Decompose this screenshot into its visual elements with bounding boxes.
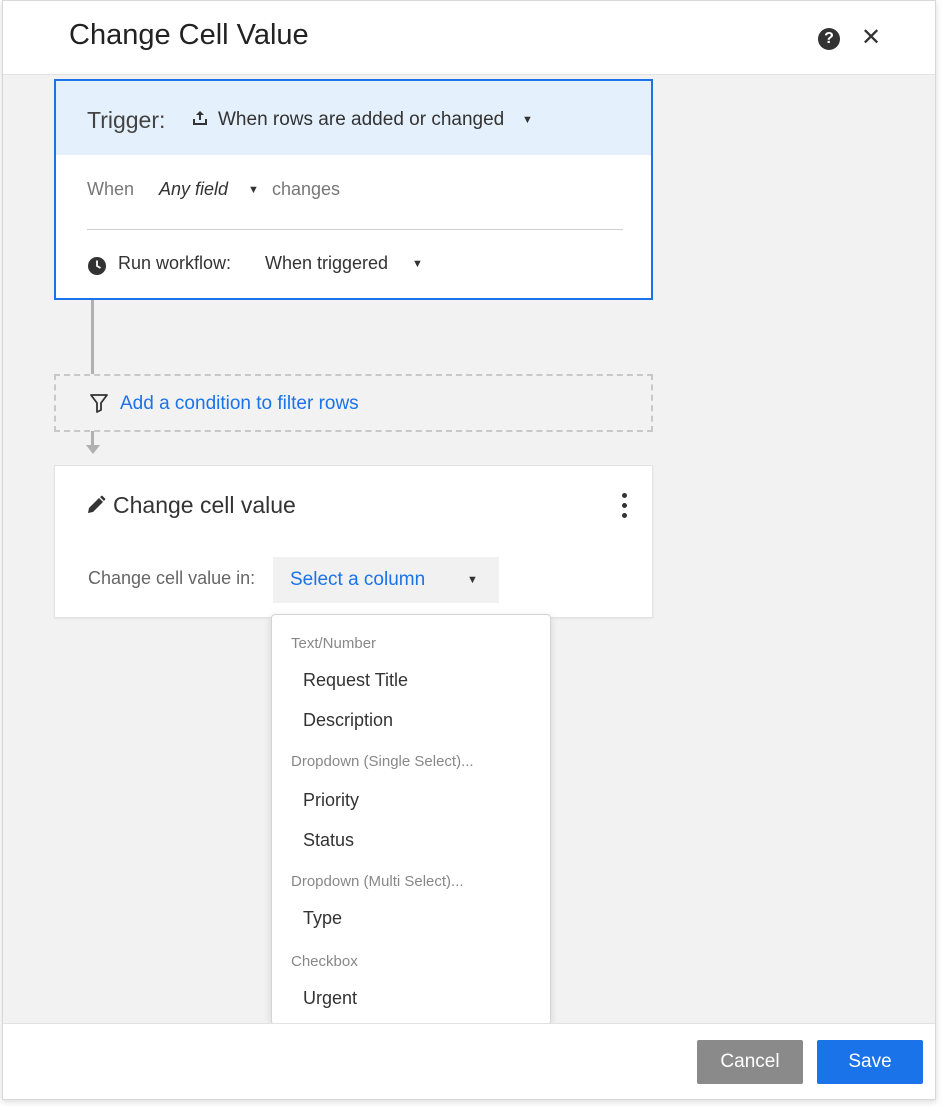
column-select-value: Select a column: [290, 569, 426, 590]
help-icon[interactable]: ?: [818, 28, 840, 50]
menu-group-label: Text/Number: [291, 635, 377, 652]
menu-item-type[interactable]: Type: [272, 900, 550, 936]
menu-item-description[interactable]: Description: [272, 702, 550, 738]
pencil-icon: [88, 495, 106, 513]
dialog-footer: Cancel Save: [3, 1023, 935, 1099]
trigger-label: Trigger:: [87, 107, 166, 133]
save-button[interactable]: Save: [817, 1040, 923, 1084]
dialog-title: Change Cell Value: [69, 19, 309, 51]
add-condition-button[interactable]: Add a condition to filter rows: [54, 374, 653, 432]
column-caret-down-icon: ▼: [467, 574, 478, 586]
close-icon[interactable]: ✕: [860, 24, 882, 52]
changes-label: changes: [272, 179, 341, 199]
menu-group-label: Dropdown (Multi Select)...: [291, 873, 464, 890]
action-title: Change cell value: [113, 492, 296, 518]
run-caret-down-icon[interactable]: ▼: [412, 258, 423, 270]
arrow-down-icon: [86, 445, 100, 454]
filter-icon: [90, 394, 108, 413]
column-dropdown-menu: Text/Number Request Title Description Dr…: [271, 614, 551, 1025]
run-workflow-dropdown[interactable]: When triggered: [265, 253, 388, 274]
menu-item-status[interactable]: Status: [272, 822, 550, 858]
menu-item-priority[interactable]: Priority: [272, 782, 550, 818]
clock-icon: [88, 257, 106, 275]
column-select[interactable]: Select a column ▼: [273, 557, 499, 603]
trigger-caret-down-icon[interactable]: ▼: [522, 114, 533, 126]
when-label: When: [87, 179, 135, 199]
menu-group-label: Dropdown (Single Select)...: [291, 753, 474, 770]
action-card: Change cell value Change cell value in: …: [54, 465, 653, 618]
trigger-header: Trigger: When rows are added or changed …: [56, 81, 651, 155]
dialog-header: Change Cell Value ? ✕: [3, 1, 935, 75]
run-workflow-label: Run workflow:: [118, 253, 232, 273]
field-dropdown[interactable]: Any field: [159, 179, 228, 200]
column-label: Change cell value in:: [88, 568, 256, 588]
workflow-connector: [91, 300, 94, 374]
upload-row-icon: [193, 111, 207, 125]
trigger-type-dropdown[interactable]: When rows are added or changed: [218, 109, 504, 131]
trigger-divider: [87, 229, 623, 230]
menu-item-request-title[interactable]: Request Title: [272, 662, 550, 698]
field-caret-down-icon[interactable]: ▼: [248, 184, 259, 196]
add-condition-link[interactable]: Add a condition to filter rows: [120, 393, 359, 415]
more-options-icon[interactable]: [616, 492, 632, 520]
trigger-card: Trigger: When rows are added or changed …: [54, 79, 653, 300]
cancel-button[interactable]: Cancel: [697, 1040, 803, 1084]
change-cell-value-dialog: Change Cell Value ? ✕ Trigger: When rows…: [2, 0, 936, 1100]
menu-group-label: Checkbox: [291, 953, 358, 970]
menu-item-urgent[interactable]: Urgent: [272, 980, 550, 1016]
